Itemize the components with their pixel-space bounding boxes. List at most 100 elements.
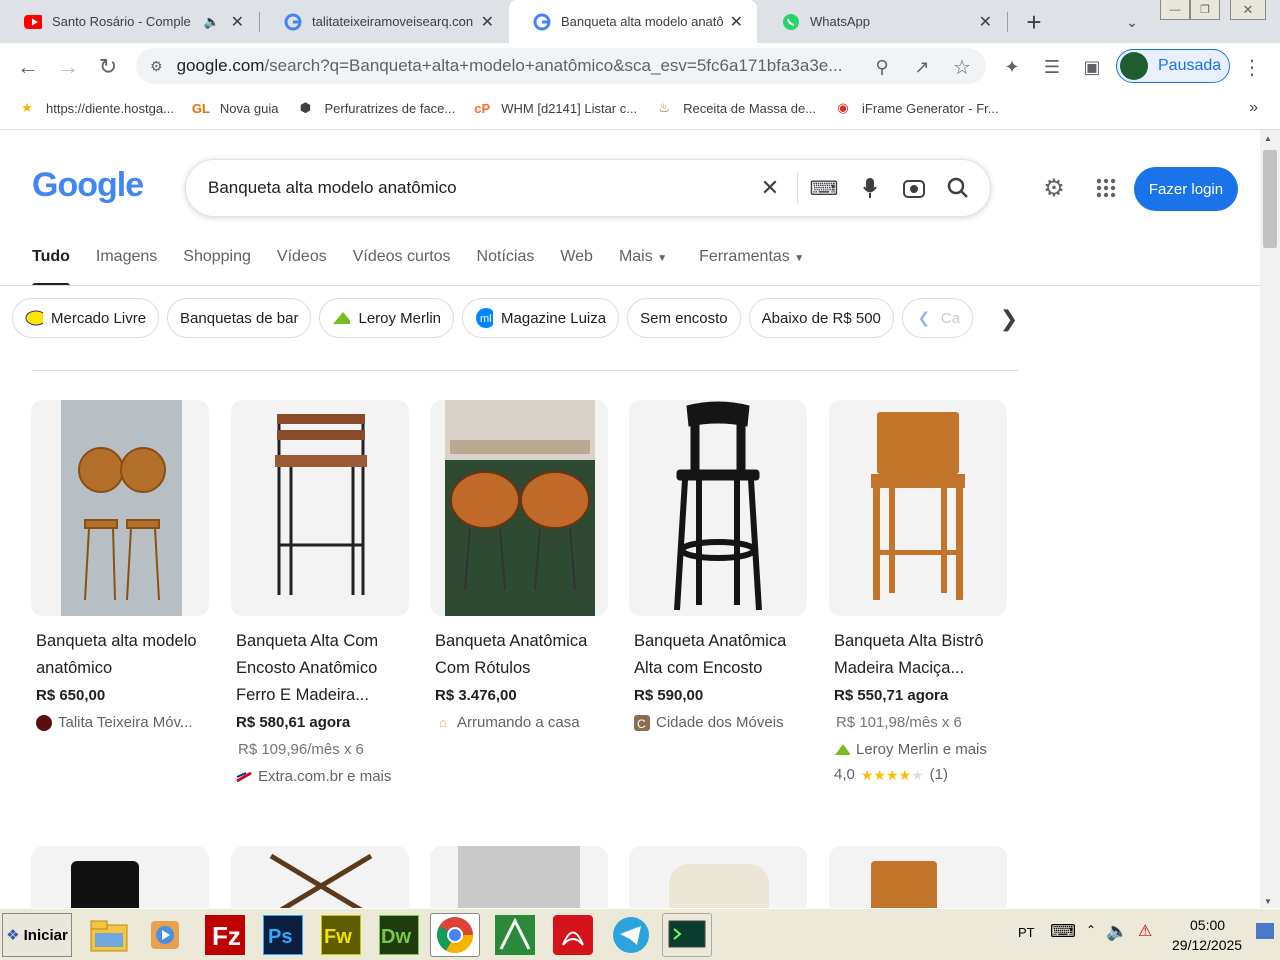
tab-web[interactable]: Web <box>560 248 593 286</box>
product-image[interactable] <box>231 846 409 908</box>
green-app-icon[interactable] <box>490 913 540 957</box>
tab-images[interactable]: Imagens <box>96 248 157 286</box>
product-image[interactable] <box>31 846 209 908</box>
network-warning-icon[interactable]: ⚠ <box>1138 921 1152 941</box>
tab-videos[interactable]: Vídeos <box>277 248 327 286</box>
keyboard-icon[interactable]: ⌨ <box>810 175 839 201</box>
product-image[interactable] <box>31 400 209 616</box>
microphone-icon[interactable] <box>856 175 884 201</box>
chip-mercado-livre[interactable]: Mercado Livre <box>12 298 160 338</box>
camera-lens-icon[interactable] <box>900 175 928 201</box>
product-card[interactable]: Banqueta Anatômica Alta com Encosto R$ 5… <box>629 400 807 737</box>
product-source[interactable]: C Cidade dos Móveis <box>634 709 807 737</box>
chip-leroy-merlin[interactable]: Leroy Merlin <box>319 298 455 338</box>
show-desktop-icon[interactable] <box>1256 923 1274 939</box>
product-title[interactable]: Banqueta alta modelo anatômico <box>36 628 209 682</box>
tray-expand-icon[interactable]: ⌃ <box>1086 923 1096 937</box>
explorer-icon[interactable] <box>84 913 134 957</box>
search-input[interactable]: Banqueta alta modelo anatômico <box>208 178 457 198</box>
clock-date[interactable]: 29/12/2025 <box>1172 937 1242 953</box>
new-tab-icon[interactable]: + <box>1020 7 1048 37</box>
bookmark-item[interactable]: ♨ Receita de Massa de... <box>655 99 816 117</box>
close-tab-icon[interactable]: ✕ <box>979 12 992 32</box>
product-image[interactable] <box>430 400 608 616</box>
telegram-icon[interactable] <box>606 913 656 957</box>
search-box[interactable]: Banqueta alta modelo anatômico ✕ ⌨ <box>185 159 991 217</box>
bookmark-item[interactable]: ⬢ Perfuratrizes de face... <box>296 99 455 117</box>
window-close-icon[interactable]: ✕ <box>1230 0 1266 20</box>
chip-sem-encosto[interactable]: Sem encosto <box>627 298 741 338</box>
chip-banquetas-de-bar[interactable]: Banquetas de bar <box>167 298 312 338</box>
scroll-down-icon[interactable]: ▼ <box>1264 897 1272 906</box>
filezilla-icon[interactable]: Fz <box>200 913 250 957</box>
tab-talita[interactable]: talitateixeiramoveisearq.con ✕ <box>260 0 508 43</box>
google-logo[interactable]: Google <box>32 166 144 205</box>
acrobat-icon[interactable] <box>548 913 598 957</box>
settings-gear-icon[interactable]: ⚙ <box>1040 174 1068 202</box>
address-bar[interactable]: ⚙ google.com /search?q=Banqueta+alta+mod… <box>136 48 986 84</box>
clock-time[interactable]: 05:00 <box>1190 917 1225 933</box>
tab-search-chevron-icon[interactable]: ⌄ <box>1118 8 1146 36</box>
tab-whatsapp[interactable]: WhatsApp ✕ <box>758 0 1006 43</box>
tab-all[interactable]: Tudo <box>32 248 70 286</box>
chip-magazine-luiza[interactable]: ml Magazine Luiza <box>462 298 620 338</box>
back-icon[interactable]: ← <box>14 53 42 81</box>
keyboard-tray-icon[interactable]: ⌨ <box>1050 921 1076 942</box>
fireworks-icon[interactable]: Fw <box>316 913 366 957</box>
tab-short-videos[interactable]: Vídeos curtos <box>353 248 451 286</box>
bookmark-item[interactable]: ◉ iFrame Generator - Fr... <box>834 99 998 117</box>
media-icon[interactable]: ☰ <box>1040 55 1064 79</box>
clear-icon[interactable]: ✕ <box>756 174 784 202</box>
login-button[interactable]: Fazer login <box>1134 167 1238 211</box>
media-player-icon[interactable] <box>140 913 190 957</box>
profile-button[interactable]: Pausada <box>1116 49 1230 83</box>
menu-dots-icon[interactable]: ⋮ <box>1240 55 1264 79</box>
site-info-icon[interactable]: ⚙ <box>150 58 163 75</box>
photoshop-icon[interactable]: Ps <box>258 913 308 957</box>
close-tab-icon[interactable]: ✕ <box>231 12 244 32</box>
product-card[interactable]: Banqueta Alta Bistrô Madeira Maciça... R… <box>829 400 1007 786</box>
more-bookmarks-icon[interactable]: » <box>1249 99 1258 117</box>
tab-shopping[interactable]: Shopping <box>183 248 251 286</box>
zoom-icon[interactable]: ⚲ <box>870 55 894 79</box>
tab-news[interactable]: Notícias <box>477 248 535 286</box>
reload-icon[interactable]: ↻ <box>94 53 122 81</box>
start-button[interactable]: ❖ Iniciar <box>2 913 72 957</box>
language-indicator[interactable]: PT <box>1018 925 1035 940</box>
scrollbar-thumb[interactable] <box>1263 150 1277 248</box>
product-image[interactable] <box>629 846 807 908</box>
product-source[interactable]: ⌂ Arrumando a casa <box>435 709 608 737</box>
dreamweaver-icon[interactable]: Dw <box>374 913 424 957</box>
extensions-icon[interactable]: ✦ <box>1000 55 1024 79</box>
scroll-up-icon[interactable]: ▲ <box>1264 134 1272 143</box>
apps-grid-icon[interactable] <box>1092 174 1120 202</box>
close-tab-icon[interactable]: ✕ <box>730 12 743 32</box>
chip-abaixo-500[interactable]: Abaixo de R$ 500 <box>748 298 894 338</box>
search-icon[interactable] <box>944 175 972 201</box>
chip-casas[interactable]: ❮ Ca <box>901 298 974 338</box>
product-source[interactable]: Leroy Merlin e mais <box>834 736 1007 764</box>
product-card[interactable]: Banqueta Anatômica Com Rótulos R$ 3.476,… <box>430 400 608 737</box>
chrome-icon[interactable] <box>430 913 480 957</box>
chips-next-icon[interactable]: ❯ <box>996 306 1022 332</box>
product-image[interactable] <box>829 400 1007 616</box>
tab-tools[interactable]: Ferramentas ▼ <box>699 248 804 286</box>
side-panel-icon[interactable]: ▣ <box>1080 55 1104 79</box>
product-source[interactable]: Talita Teixeira Móv... <box>36 709 209 737</box>
muted-speaker-icon[interactable]: 🔈 <box>204 14 220 30</box>
share-icon[interactable]: ↗ <box>910 55 934 79</box>
scrollbar[interactable]: ▲ ▼ <box>1260 130 1280 908</box>
bookmark-item[interactable]: GL Nova guia <box>192 99 279 117</box>
product-card[interactable]: Banqueta alta modelo anatômico R$ 650,00… <box>31 400 209 737</box>
product-title[interactable]: Banqueta Alta Bistrô Madeira Maciça... <box>834 628 1007 682</box>
product-title[interactable]: Banqueta Anatômica Com Rótulos <box>435 628 608 682</box>
tab-banqueta[interactable]: Banqueta alta modelo anatô ✕ <box>509 0 757 43</box>
product-title[interactable]: Banqueta Alta Com Encosto Anatômico Ferr… <box>236 628 409 709</box>
product-source[interactable]: Extra.com.br e mais <box>236 763 409 791</box>
bookmark-star-icon[interactable]: ☆ <box>950 55 974 79</box>
product-card[interactable]: Banqueta Alta Com Encosto Anatômico Ferr… <box>231 400 409 791</box>
volume-icon[interactable]: 🔈 <box>1106 921 1128 942</box>
product-image[interactable] <box>231 400 409 616</box>
forward-icon[interactable]: → <box>54 53 82 81</box>
product-image[interactable] <box>829 846 1007 908</box>
